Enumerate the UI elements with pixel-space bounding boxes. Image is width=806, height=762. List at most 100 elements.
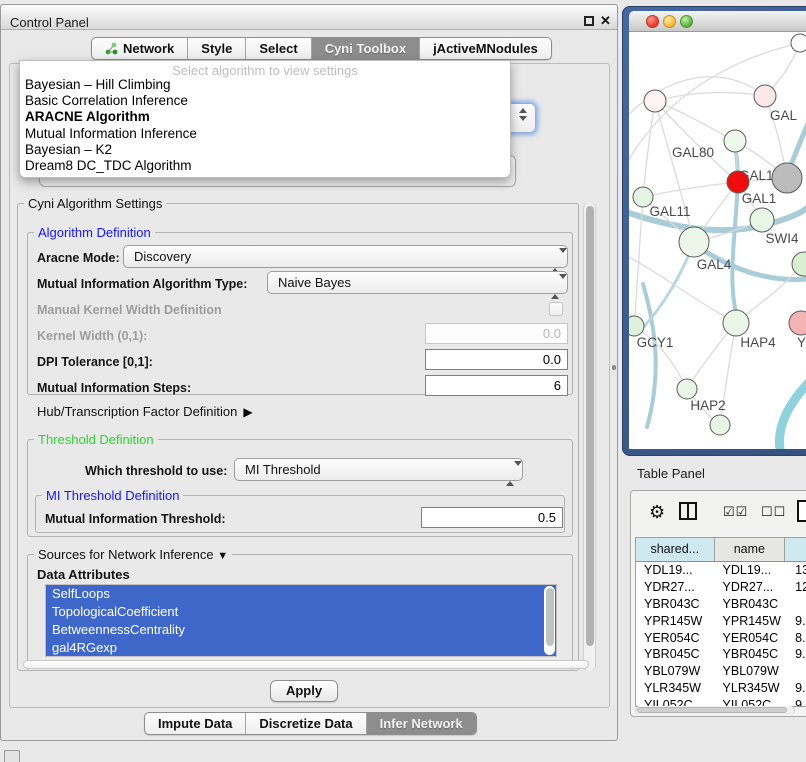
kernel-width-field[interactable]: 0.0: [425, 323, 568, 344]
threshold-definition-title: Threshold Definition: [34, 432, 158, 447]
popup-item[interactable]: Mutual Information Inference: [20, 126, 510, 142]
hub-definition-toggle[interactable]: Hub/Transcription Factor Definition▶: [37, 404, 253, 419]
network-node[interactable]: [750, 208, 774, 232]
table-horizontal-scrollbar[interactable]: [635, 706, 795, 715]
mi-steps-field[interactable]: 6: [425, 375, 568, 396]
dpi-tolerance-label: DPI Tolerance [0,1]:: [37, 355, 153, 369]
select-all-icon[interactable]: ☑☑: [723, 504, 748, 520]
network-window-titlebar[interactable]: [629, 11, 806, 32]
tab-infer-network[interactable]: Infer Network: [367, 713, 476, 734]
mi-type-value: Naive Bayes: [278, 275, 351, 290]
table-row[interactable]: YDL19...YDL19...13: [636, 562, 806, 579]
table-row[interactable]: YDR27...YDR27...12: [636, 579, 806, 596]
window-zoom-icon[interactable]: [680, 15, 693, 28]
attr-list-scrollbar[interactable]: [544, 586, 555, 655]
network-node[interactable]: [791, 34, 806, 52]
table-cell: YBL079W: [715, 663, 786, 680]
table-row[interactable]: YBL079WYBL079W: [636, 663, 806, 680]
network-node[interactable]: [772, 163, 802, 193]
table-row[interactable]: YBR043CYBR043C: [636, 596, 806, 613]
popup-item[interactable]: Basic Correlation Inference: [20, 93, 510, 109]
network-node[interactable]: [754, 85, 776, 107]
close-icon[interactable]: ✕: [600, 13, 611, 29]
table-cell: 9.: [785, 613, 806, 630]
deselect-all-icon[interactable]: ☐☐: [761, 504, 786, 520]
settings-horizontal-scrollbar[interactable]: [23, 660, 589, 669]
table-row[interactable]: YBR045CYBR045C9.: [636, 646, 806, 663]
network-node[interactable]: [792, 252, 806, 276]
network-edge[interactable]: [655, 92, 765, 101]
attribute-item[interactable]: SelfLoops: [46, 585, 556, 603]
mi-threshold-field[interactable]: 0.5: [421, 507, 563, 528]
apply-button[interactable]: Apply: [270, 680, 338, 702]
table-cell: YBR043C: [715, 596, 786, 613]
dpi-tolerance-value: 0.0: [543, 352, 561, 367]
network-node[interactable]: [629, 316, 644, 336]
tab-label: Select: [259, 38, 297, 59]
popup-item[interactable]: Bayesian – K2: [20, 142, 510, 158]
tab-discretize-data[interactable]: Discretize Data: [246, 713, 366, 734]
float-window-icon[interactable]: [584, 16, 594, 26]
control-panel-tabs: Network Style Select Cyni ToolboxjActiveMNo…: [91, 37, 552, 60]
tab-style[interactable]: Style: [188, 38, 246, 59]
network-node[interactable]: [677, 379, 697, 399]
attr-list-scrollbar-thumb[interactable]: [546, 588, 554, 646]
network-view-window[interactable]: GALGAL80GAL10GAL1GAL11SWI4GAL4GCY1HAP4YH…: [622, 6, 806, 456]
network-edge[interactable]: [643, 182, 738, 197]
popup-item[interactable]: Dream8 DC_TDC Algorithm: [20, 158, 510, 174]
settings-scrollbar-thumb[interactable]: [586, 206, 594, 646]
manual-kernel-checkbox[interactable]: [549, 302, 563, 316]
table-cell: YPR145W: [715, 613, 786, 630]
network-node[interactable]: [644, 90, 666, 112]
dpi-tolerance-field[interactable]: 0.0: [425, 349, 568, 370]
combo-arrows-icon: [506, 463, 515, 484]
network-edge[interactable]: [779, 378, 806, 449]
network-node[interactable]: [723, 310, 749, 336]
network-node[interactable]: [724, 130, 746, 152]
attribute-item[interactable]: BetweennessCentrality: [46, 621, 556, 639]
sources-group-title[interactable]: Sources for Network Inference ▼: [34, 547, 232, 562]
network-node[interactable]: [710, 415, 730, 435]
network-node[interactable]: [679, 227, 709, 257]
tab-cyni-toolbox[interactable]: Cyni Toolbox: [312, 38, 420, 59]
network-node[interactable]: [789, 311, 806, 335]
splitpane-handle[interactable]: [612, 365, 616, 370]
popup-item[interactable]: Bayesian – Hill Climbing: [20, 77, 510, 93]
settings-vertical-scrollbar[interactable]: [583, 203, 596, 671]
network-edge[interactable]: [655, 101, 735, 141]
attribute-item[interactable]: gal4RGexp: [46, 639, 556, 657]
tab-network[interactable]: Network: [92, 38, 188, 59]
gear-icon[interactable]: ⚙: [649, 502, 665, 523]
table-header-cell[interactable]: shared...: [636, 538, 715, 561]
table-row[interactable]: YER054CYER054C8.: [636, 630, 806, 647]
dock-panel-icon[interactable]: [4, 750, 20, 762]
window-minimize-icon[interactable]: [663, 15, 676, 28]
table-row[interactable]: YPR145WYPR145W9.: [636, 613, 806, 630]
which-threshold-combobox[interactable]: MI Threshold: [234, 458, 523, 481]
tab-jactivemnodules[interactable]: jActiveMNodules: [420, 38, 551, 59]
network-node[interactable]: [727, 171, 749, 193]
table-row[interactable]: YLR345WYLR345W9.: [636, 680, 806, 697]
control-panel-title: Control Panel: [10, 15, 89, 30]
popup-item[interactable]: ARACNE Algorithm: [20, 109, 510, 125]
new-table-icon[interactable]: [796, 500, 806, 522]
tab-impute-data[interactable]: Impute Data: [145, 713, 246, 734]
aracne-mode-combobox[interactable]: Discovery: [123, 245, 568, 268]
data-attributes-list[interactable]: SelfLoopsTopologicalCoefficientBetweenne…: [45, 584, 557, 657]
table-hscroll-thumb[interactable]: [637, 707, 787, 713]
tab-select[interactable]: Select: [246, 38, 311, 59]
window-close-icon[interactable]: [646, 15, 659, 28]
network-canvas[interactable]: GALGAL80GAL10GAL1GAL11SWI4GAL4GCY1HAP4YH…: [629, 32, 806, 449]
network-edge[interactable]: [643, 101, 655, 197]
table-header-cell[interactable]: name: [715, 538, 786, 561]
mi-type-combobox[interactable]: Naive Bayes: [267, 271, 568, 294]
columns-icon[interactable]: [679, 502, 698, 521]
tab-label: Network: [123, 38, 174, 59]
control-panel-titlebar[interactable]: Control Panel ✕: [1, 5, 617, 30]
table-header-cell[interactable]: [785, 538, 806, 561]
network-edge[interactable]: [643, 284, 656, 427]
table-cell: 8.: [785, 630, 806, 647]
table-cell: 12: [785, 579, 806, 596]
network-node-label: GAL: [770, 108, 798, 123]
attribute-item[interactable]: TopologicalCoefficient: [46, 603, 556, 621]
